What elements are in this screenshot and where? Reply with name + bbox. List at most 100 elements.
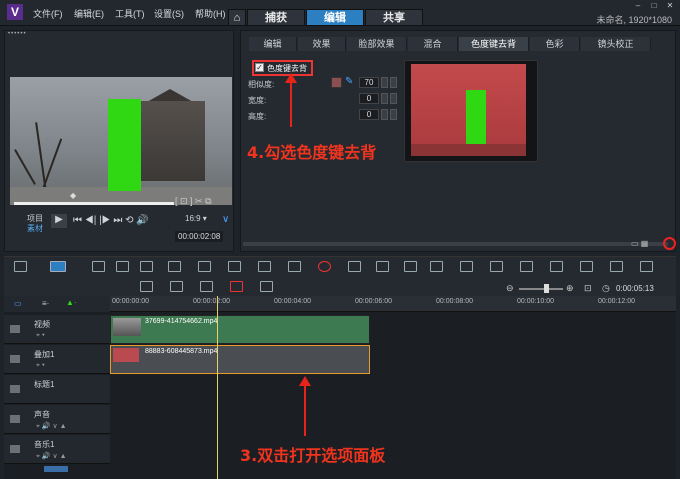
menu-help[interactable]: 帮助(H) bbox=[195, 7, 226, 20]
key-color-swatch[interactable] bbox=[331, 77, 342, 88]
tab-lens-correction[interactable]: 镜头校正 bbox=[581, 37, 651, 51]
track-controls[interactable]: ⌖ 🔊 ∨ ▲ bbox=[36, 452, 67, 461]
ripple-icon[interactable] bbox=[258, 261, 271, 272]
track-settings-icon[interactable]: ≡· bbox=[42, 299, 49, 308]
subtitle-icon[interactable] bbox=[430, 261, 443, 272]
tab-effects[interactable]: 效果 bbox=[298, 37, 346, 51]
timeline-view-icon[interactable] bbox=[50, 261, 66, 272]
scrub-marker-icon[interactable]: ◆ bbox=[70, 191, 76, 200]
track-controls[interactable]: ⌖ ▾ bbox=[36, 332, 45, 340]
morph-icon[interactable] bbox=[520, 261, 533, 272]
timeline-scroll-thumb[interactable] bbox=[44, 466, 68, 472]
track-header-music[interactable]: 音乐1 ⌖ 🔊 ∨ ▲ bbox=[4, 435, 110, 464]
tab-share[interactable]: 共享 bbox=[365, 9, 423, 26]
video-clip[interactable]: 37699-414754662.mp4 bbox=[110, 315, 370, 344]
scrub-bar[interactable] bbox=[14, 202, 174, 205]
mixer-icon[interactable] bbox=[348, 261, 361, 272]
redo-icon[interactable] bbox=[168, 261, 181, 272]
annotation-arrow-3 bbox=[304, 384, 306, 436]
undo-icon[interactable] bbox=[140, 261, 153, 272]
timeline-panel: ▭ ≡· ▲· 00:00:00:00 00:00:02:00 00:00:04… bbox=[4, 296, 676, 479]
chevron-down-icon[interactable]: ∨ bbox=[222, 214, 229, 225]
menu-tools[interactable]: 工具(T) bbox=[115, 7, 145, 20]
similarity-input[interactable]: 70 bbox=[359, 77, 379, 88]
clip-mode-label[interactable]: 素材 bbox=[27, 223, 43, 234]
tab-capture[interactable]: 捕获 bbox=[247, 9, 305, 26]
copy-icon[interactable] bbox=[92, 261, 105, 272]
zoom-in-icon[interactable]: ⊕ bbox=[566, 283, 574, 294]
annotation-step4: 4.勾选色度键去背 bbox=[247, 143, 377, 162]
width-slider-icon[interactable] bbox=[390, 93, 397, 104]
mask-icon[interactable] bbox=[490, 261, 503, 272]
export-icon[interactable] bbox=[260, 281, 273, 292]
mic-icon[interactable] bbox=[230, 281, 243, 292]
overlay-clip[interactable]: 88883-608445873.mp4 bbox=[110, 345, 370, 374]
height-slider-icon[interactable] bbox=[390, 109, 397, 120]
aspect-icon[interactable]: 16:9 ▾ bbox=[185, 214, 207, 223]
preview-panel: •••••• ◆ [ ⊡ ] ✂ ⧉ 项目 素材 ▶ ⏮ ◀| |▶ ⏭ ⟲ 🔊… bbox=[4, 30, 234, 252]
zoom-slider[interactable] bbox=[519, 288, 563, 290]
track-header-overlay[interactable]: 叠加1 ⌖ ▾ bbox=[4, 345, 110, 374]
panel-grip[interactable]: •••••• bbox=[8, 31, 27, 37]
proxy-icon[interactable] bbox=[170, 281, 183, 292]
track-header-title[interactable]: 标题1 bbox=[4, 375, 110, 404]
track-manager-icon[interactable] bbox=[288, 261, 301, 272]
height-input[interactable]: 0 bbox=[359, 109, 379, 120]
tab-edit-options[interactable]: 编辑 bbox=[249, 37, 297, 51]
minimize-icon[interactable]: – bbox=[632, 2, 644, 10]
tab-chroma-key[interactable]: 色度键去背 bbox=[459, 37, 529, 51]
menu-edit[interactable]: 编辑(E) bbox=[74, 7, 104, 20]
fit-project-icon[interactable]: ⊡ bbox=[584, 283, 592, 294]
track-controls[interactable]: ⌖ ▾ bbox=[36, 362, 45, 370]
trim-controls[interactable]: [ ⊡ ] ✂ ⧉ bbox=[175, 196, 212, 207]
transport-controls[interactable]: ⏮ ◀| |▶ ⏭ ⟲ 🔊 bbox=[73, 215, 149, 226]
storyboard-view-icon[interactable] bbox=[14, 261, 27, 272]
chroma-key-checkbox[interactable]: ✓ bbox=[255, 63, 264, 72]
track-header-voice[interactable]: 声音 ⌖ 🔊 ∨ ▲ bbox=[4, 405, 110, 434]
motion-icon[interactable] bbox=[404, 261, 417, 272]
stabilize-icon[interactable] bbox=[550, 261, 563, 272]
maximize-icon[interactable]: □ bbox=[648, 2, 660, 10]
playhead[interactable] bbox=[217, 296, 218, 479]
timecode-display[interactable]: 00:00:02:08 bbox=[175, 231, 224, 242]
width-input[interactable]: 0 bbox=[359, 93, 379, 104]
home-icon[interactable]: ⌂ bbox=[228, 9, 246, 26]
track-header-video[interactable]: 视频 ⌖ ▾ bbox=[4, 315, 110, 344]
multicam-icon[interactable] bbox=[460, 261, 473, 272]
fit-icon[interactable] bbox=[228, 261, 241, 272]
track-controls[interactable]: ⌖ 🔊 ∨ ▲ bbox=[36, 422, 67, 431]
screen-capture-icon[interactable] bbox=[640, 261, 653, 272]
tab-color[interactable]: 色彩 bbox=[530, 37, 580, 51]
menu-file[interactable]: 文件(F) bbox=[33, 7, 63, 20]
similarity-slider-icon[interactable] bbox=[390, 77, 397, 88]
tab-blend[interactable]: 混合 bbox=[408, 37, 458, 51]
tab-edit[interactable]: 编辑 bbox=[306, 9, 364, 26]
cut-icon[interactable] bbox=[116, 261, 129, 272]
auto-music-icon[interactable] bbox=[376, 261, 389, 272]
split-icon[interactable] bbox=[198, 261, 211, 272]
close-icon[interactable]: ✕ bbox=[664, 2, 676, 10]
similarity-stepper[interactable] bbox=[381, 77, 388, 88]
eyedropper-icon[interactable]: ✎ bbox=[345, 76, 353, 87]
panel-footer-icons[interactable]: ▭ ▦ bbox=[631, 239, 648, 248]
time-ruler[interactable]: 00:00:00:00 00:00:02:00 00:00:04:00 00:0… bbox=[110, 296, 676, 312]
zoom-slider-thumb[interactable] bbox=[544, 284, 549, 293]
annotation-arrow-4 bbox=[290, 77, 292, 127]
horizontal-scrollbar[interactable] bbox=[243, 242, 668, 246]
tab-face-effects[interactable]: 脸部效果 bbox=[347, 37, 407, 51]
height-stepper[interactable] bbox=[381, 109, 388, 120]
zoom-out-icon[interactable]: ⊖ bbox=[506, 283, 514, 294]
smart-proxy-icon[interactable] bbox=[140, 281, 153, 292]
add-track-icon[interactable]: ▲· bbox=[66, 298, 77, 307]
menu-settings[interactable]: 设置(S) bbox=[154, 7, 184, 20]
clip-name: 88883-608445873.mp4 bbox=[145, 348, 218, 355]
clock-icon: ◷ bbox=[602, 283, 610, 293]
options-toggle-icon[interactable] bbox=[663, 237, 676, 250]
track-list-icon[interactable]: ▭ bbox=[14, 299, 22, 308]
play-button[interactable]: ▶ bbox=[51, 214, 67, 228]
record-icon[interactable] bbox=[318, 261, 331, 272]
sound-icon[interactable] bbox=[200, 281, 213, 292]
title-tool-icon[interactable] bbox=[580, 261, 593, 272]
paint-icon[interactable] bbox=[610, 261, 623, 272]
width-stepper[interactable] bbox=[381, 93, 388, 104]
